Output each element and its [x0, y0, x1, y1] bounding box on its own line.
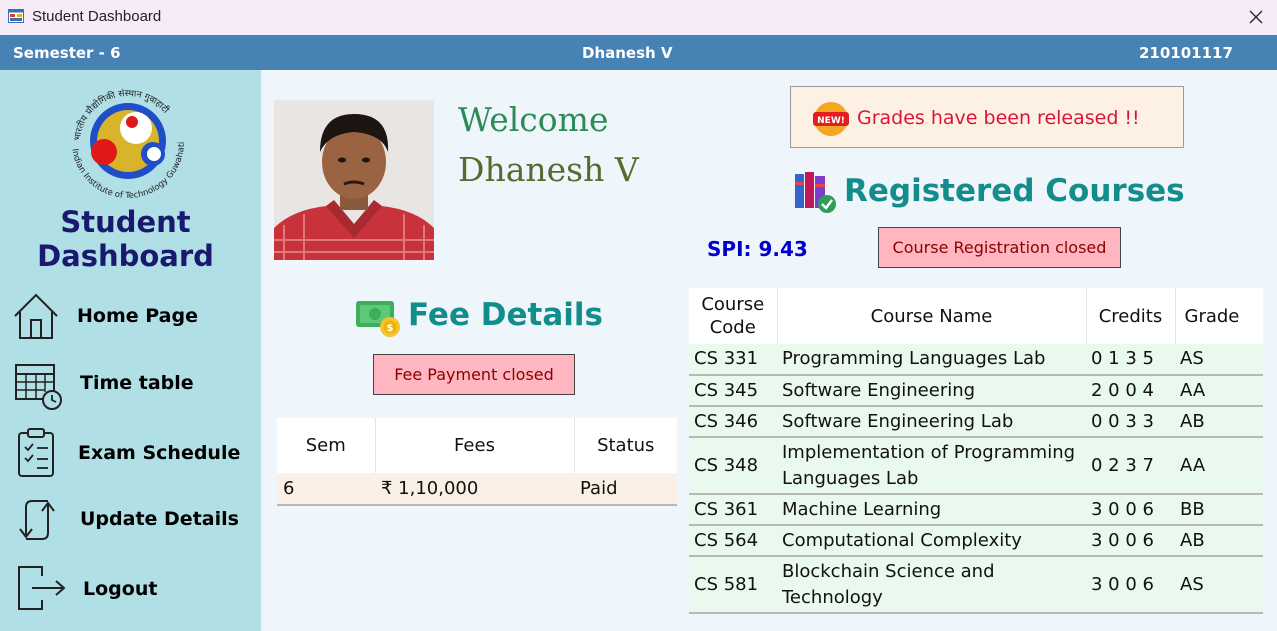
svg-text:$: $ — [387, 323, 394, 334]
svg-text:NEW!: NEW! — [817, 116, 845, 126]
course-code-cell: CS 331 — [689, 344, 777, 376]
logout-icon — [18, 566, 66, 610]
column-header-course-code: Course Code — [689, 288, 778, 344]
window-title: Student Dashboard — [32, 8, 162, 25]
close-icon — [1249, 10, 1263, 24]
course-grade-cell: AA — [1175, 375, 1263, 407]
institute-logo: भारतीय प्रौद्योगिकी संस्थान गुवाहाटी Ind… — [69, 88, 187, 201]
nav-exam-schedule-label: Exam Schedule — [78, 442, 241, 464]
nav-logout[interactable]: Logout — [0, 560, 261, 620]
column-header: Credits — [1086, 288, 1176, 344]
fee-payment-button[interactable]: Fee Payment closed — [373, 354, 575, 395]
sync-arrows-icon — [19, 500, 55, 540]
new-badge-icon: NEW! — [813, 102, 849, 136]
nav-home-page[interactable]: Home Page — [0, 287, 261, 347]
fee-table: Sem Fees Status 6 ₹ 1,10,000 Paid — [277, 418, 677, 506]
course-credits-cell: 0 1 3 5 — [1086, 344, 1175, 376]
window-titlebar: Student Dashboard — [0, 0, 1277, 35]
home-icon — [14, 293, 58, 339]
course-credits-cell: 3 0 0 6 — [1086, 525, 1175, 557]
student-photo — [274, 100, 434, 260]
table-row[interactable]: CS 346 Software Engineering Lab 0 0 3 3 … — [689, 406, 1263, 438]
course-credits-cell: 0 2 3 7 — [1086, 437, 1175, 495]
course-registration-button[interactable]: Course Registration closed — [878, 227, 1121, 268]
course-grade-cell: AB — [1175, 406, 1263, 438]
info-header: Semester - 6 Dhanesh V 210101117 — [0, 35, 1277, 70]
course-name-cell: Programming Languages Lab — [777, 344, 1086, 376]
course-grade-cell: AS — [1175, 344, 1263, 376]
roll-number-label: 210101117 — [1139, 44, 1233, 62]
course-name-cell: Implementation of Programming Languages … — [777, 437, 1086, 495]
table-row[interactable]: 6 ₹ 1,10,000 Paid — [277, 473, 677, 506]
nav-logout-label: Logout — [83, 578, 158, 600]
dashboard-title: Student Dashboard — [37, 205, 214, 273]
student-name-label: Dhanesh V — [582, 44, 673, 62]
column-header: Grade — [1175, 288, 1263, 344]
courses-table: Course Code Course Name Credits Grade CS… — [689, 288, 1263, 614]
nav-time-table[interactable]: Time table — [0, 355, 261, 415]
table-row[interactable]: CS 331 Programming Languages Lab 0 1 3 5… — [689, 344, 1263, 376]
table-row[interactable]: CS 348 Implementation of Programming Lan… — [689, 437, 1263, 495]
clipboard-check-icon — [18, 428, 54, 477]
column-header: Fees — [375, 418, 575, 473]
welcome-student-name: Dhanesh V — [458, 150, 639, 189]
semester-label: Semester - 6 — [13, 44, 121, 62]
course-code-cell: CS 581 — [689, 556, 777, 614]
app-icon — [8, 9, 24, 23]
course-code-cell: CS 564 — [689, 525, 777, 557]
spi-value: SPI: 9.43 — [707, 237, 808, 261]
table-row[interactable]: CS 361 Machine Learning 3 0 0 6 BB — [689, 494, 1263, 526]
course-name-cell: Software Engineering Lab — [777, 406, 1086, 438]
course-name-cell: Software Engineering — [777, 375, 1086, 407]
notice-text: Grades have been released !! — [857, 107, 1140, 129]
nav-update-details-label: Update Details — [80, 508, 239, 530]
course-credits-cell: 3 0 0 6 — [1086, 494, 1175, 526]
nav-update-details[interactable]: Update Details — [0, 490, 261, 550]
fee-amount-cell: ₹ 1,10,000 — [375, 473, 574, 506]
course-grade-cell: AA — [1175, 437, 1263, 495]
table-row[interactable]: CS 564 Computational Complexity 3 0 0 6 … — [689, 525, 1263, 557]
course-grade-cell: BB — [1175, 494, 1263, 526]
course-credits-cell: 0 0 3 3 — [1086, 406, 1175, 438]
calendar-clock-icon — [15, 364, 62, 410]
course-code-cell: CS 345 — [689, 375, 777, 407]
courses-table-header: Course Code Course Name Credits Grade — [689, 288, 1263, 344]
grades-notice: NEW! Grades have been released !! — [790, 86, 1184, 148]
books-check-icon — [795, 172, 836, 213]
course-credits-cell: 3 0 0 6 — [1086, 556, 1175, 614]
fee-details-title: Fee Details — [408, 297, 603, 333]
column-header: Course Name — [777, 288, 1087, 344]
course-name-cell: Machine Learning — [777, 494, 1086, 526]
course-code-cell: CS 361 — [689, 494, 777, 526]
nav-exam-schedule[interactable]: Exam Schedule — [0, 424, 261, 484]
nav-time-table-label: Time table — [80, 372, 194, 394]
money-icon: $ — [356, 301, 400, 337]
course-code-cell: CS 348 — [689, 437, 777, 495]
nav-home-label: Home Page — [77, 305, 198, 327]
close-button[interactable] — [1243, 4, 1269, 30]
course-grade-cell: AB — [1175, 525, 1263, 557]
course-name-cell: Blockchain Science and Technology — [777, 556, 1086, 614]
registered-courses-title: Registered Courses — [844, 173, 1185, 209]
course-name-cell: Computational Complexity — [777, 525, 1086, 557]
fee-sem-cell: 6 — [277, 473, 375, 506]
table-row[interactable]: CS 345 Software Engineering 2 0 0 4 AA — [689, 375, 1263, 407]
course-grade-cell: AS — [1175, 556, 1263, 614]
table-row[interactable]: CS 581 Blockchain Science and Technology… — [689, 556, 1263, 614]
welcome-heading: Welcome — [458, 100, 609, 139]
column-header: Status — [574, 418, 677, 473]
fee-status-cell: Paid — [574, 473, 677, 506]
course-credits-cell: 2 0 0 4 — [1086, 375, 1175, 407]
fee-table-header: Sem Fees Status — [277, 418, 677, 473]
course-code-cell: CS 346 — [689, 406, 777, 438]
column-header: Sem — [277, 418, 376, 473]
